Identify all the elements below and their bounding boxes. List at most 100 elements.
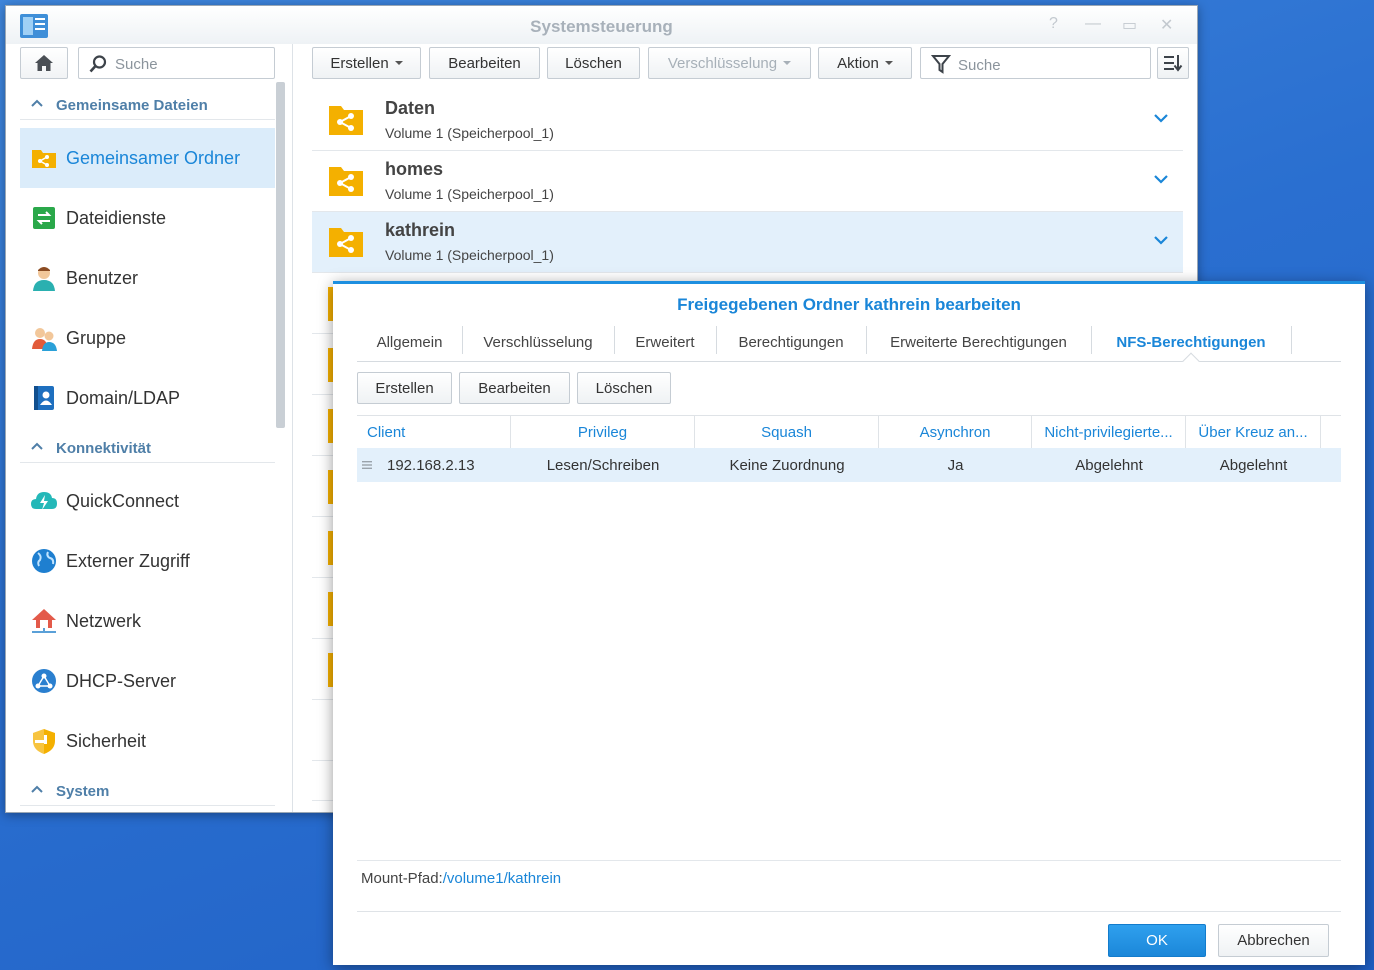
column-header-privilege[interactable]: Privileg [511, 416, 695, 449]
sidebar-item-quickconnect[interactable]: QuickConnect [20, 471, 275, 531]
column-header-squash[interactable]: Squash [695, 416, 879, 449]
tab-allgemein[interactable]: Allgemein [357, 324, 462, 361]
sidebar-item-dhcp-server[interactable]: DHCP-Server [20, 651, 275, 711]
action-button[interactable]: Aktion [818, 47, 912, 79]
dialog-title: Freigegebenen Ordner kathrein bearbeiten [677, 295, 1021, 314]
folder-name: kathrein [385, 220, 456, 240]
column-header-cross-mount[interactable]: Über Kreuz an... [1186, 416, 1321, 449]
group-gemeinsame-dateien[interactable]: Gemeinsame Dateien [20, 92, 275, 120]
sort-icon [1164, 55, 1183, 72]
sidebar-item-security[interactable]: Sicherheit [20, 711, 275, 771]
chevron-up-icon [31, 785, 43, 793]
domain-ldap-icon [34, 386, 54, 410]
edit-button[interactable]: Bearbeiten [429, 47, 540, 79]
cell-privilege: Lesen/Schreiben [546, 456, 660, 474]
sidebar-item-network[interactable]: Netzwerk [20, 591, 275, 651]
toolbar: Erstellen Bearbeiten Löschen Verschlüsse… [312, 47, 1189, 79]
cell-squash: Keine Zuordnung [729, 456, 845, 474]
cell-non-privileged: Abgelehnt [1075, 456, 1143, 474]
mount-path-label: Mount-Pfad: [361, 870, 443, 887]
chevron-down-icon[interactable] [1153, 112, 1169, 124]
quickconnect-icon [31, 492, 57, 510]
create-button[interactable]: Erstellen [312, 47, 421, 79]
caret-down-icon [884, 61, 893, 65]
help-icon[interactable]: ? [1049, 15, 1058, 33]
chevron-up-icon [31, 442, 43, 450]
cancel-button[interactable]: Abbrechen [1218, 924, 1329, 957]
folder-name: homes [385, 159, 444, 179]
search-icon [89, 55, 107, 73]
shared-folder-icon [329, 106, 363, 135]
table-row[interactable]: 192.168.2.13 Lesen/Schreiben Keine Zuord… [357, 448, 1341, 482]
folder-row[interactable]: homes Volume 1 (Speicherpool_1) [312, 151, 1183, 212]
sidebar-item-user[interactable]: Benutzer [20, 248, 275, 308]
column-header-client[interactable]: Client [357, 416, 511, 449]
group-system[interactable]: System [20, 778, 275, 806]
sidebar-item-group[interactable]: Gruppe [20, 308, 275, 368]
file-services-icon [33, 207, 55, 229]
sidebar-divider [292, 44, 293, 812]
table-header: Client Privileg Squash Asynchron Nicht-p… [357, 415, 1341, 449]
mount-path-value: /volume1/kathrein [442, 870, 562, 887]
shared-folder-icon [32, 150, 56, 168]
mount-separator [357, 860, 1341, 861]
security-shield-icon [33, 729, 55, 754]
window-title: Systemsteuerung [530, 17, 673, 36]
chevron-up-icon [31, 99, 43, 107]
home-icon [35, 55, 53, 71]
sidebar-scrollbar[interactable] [276, 82, 285, 428]
user-icon [33, 267, 55, 291]
close-icon[interactable]: ✕ [1160, 15, 1173, 35]
title-bar[interactable]: Systemsteuerung ? — ▭ ✕ [6, 6, 1197, 44]
shared-folder-icon [329, 167, 363, 196]
sidebar-item-file-services[interactable]: Dateidienste [20, 188, 275, 248]
ok-button[interactable]: OK [1108, 924, 1206, 957]
minimize-icon[interactable]: — [1085, 15, 1101, 33]
column-header-async[interactable]: Asynchron [879, 416, 1032, 449]
sidebar-item-external-access[interactable]: Externer Zugriff [20, 531, 275, 591]
dhcp-server-icon [32, 669, 56, 693]
cell-cross-mount: Abgelehnt [1219, 456, 1288, 474]
cell-client: 192.168.2.13 [387, 456, 475, 474]
sort-button[interactable] [1157, 47, 1189, 79]
sidebar-search-input[interactable]: Suche [78, 47, 275, 79]
cell-async: Ja [947, 456, 964, 474]
network-icon [32, 609, 56, 633]
folder-name: Daten [385, 98, 436, 118]
caret-down-icon [783, 61, 792, 65]
folder-volume: Volume 1 (Speicherpool_1) [385, 125, 554, 141]
group-icon [32, 328, 57, 351]
delete-button[interactable]: Löschen [547, 47, 640, 79]
chevron-down-icon[interactable] [1153, 173, 1169, 185]
nfs-edit-button[interactable]: Bearbeiten [459, 372, 570, 404]
sidebar: Suche Gemeinsame Dateien Gemeinsamer Ord… [6, 44, 294, 812]
external-access-icon [32, 549, 56, 573]
home-button[interactable] [20, 47, 68, 79]
filter-icon [931, 55, 951, 74]
main-search-placeholder: Suche [958, 57, 1001, 74]
maximize-icon[interactable]: ▭ [1122, 15, 1137, 35]
main-search-input[interactable]: Suche [920, 47, 1151, 79]
encryption-button[interactable]: Verschlüsselung [648, 47, 811, 79]
tab-erweitert[interactable]: Erweitert [614, 324, 716, 361]
nfs-create-button[interactable]: Erstellen [357, 372, 452, 404]
shared-folder-icon [329, 228, 363, 257]
column-header-non-privileged[interactable]: Nicht-privilegierte... [1032, 416, 1186, 449]
edit-shared-folder-dialog: Freigegebenen Ordner kathrein bearbeiten… [333, 281, 1365, 965]
chevron-down-icon[interactable] [1153, 234, 1169, 246]
tab-verschluesselung[interactable]: Verschlüsselung [462, 324, 614, 361]
sidebar-item-shared-folder[interactable]: Gemeinsamer Ordner [20, 128, 275, 188]
sidebar-item-domain-ldap[interactable]: Domain/LDAP [20, 368, 275, 428]
tab-berechtigungen[interactable]: Berechtigungen [716, 324, 866, 361]
caret-down-icon [394, 61, 403, 65]
nfs-delete-button[interactable]: Löschen [577, 372, 671, 404]
folder-volume: Volume 1 (Speicherpool_1) [385, 247, 554, 263]
sidebar-search-placeholder: Suche [115, 56, 158, 73]
folder-row[interactable]: kathrein Volume 1 (Speicherpool_1) [312, 212, 1183, 273]
tab-erweiterte-berechtigungen[interactable]: Erweiterte Berechtigungen [866, 324, 1091, 361]
folder-row[interactable]: Daten Volume 1 (Speicherpool_1) [312, 90, 1183, 151]
dialog-tabs: Allgemein Verschlüsselung Erweitert Bere… [357, 324, 1341, 370]
group-konnektivitaet[interactable]: Konnektivität [20, 435, 275, 463]
nfs-rules-table: Client Privileg Squash Asynchron Nicht-p… [357, 415, 1341, 482]
footer-separator [357, 911, 1341, 912]
